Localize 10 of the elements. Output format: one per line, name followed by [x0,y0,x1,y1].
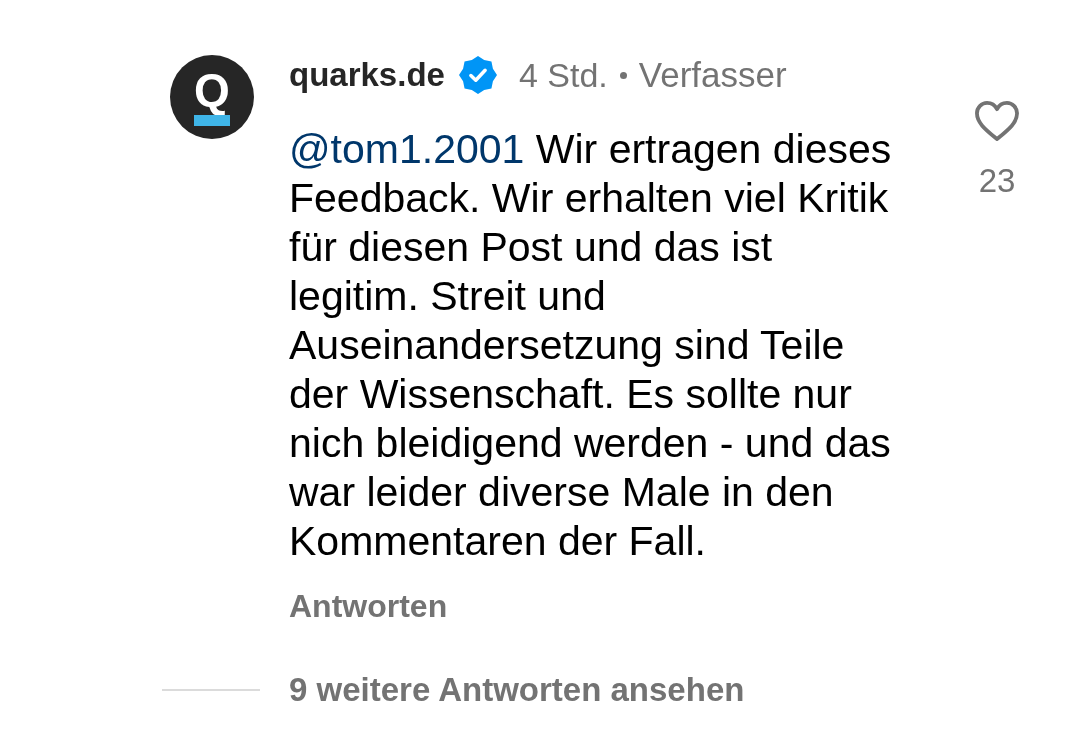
comment-text: @tom1.2001 Wir ertragen dieses Feedback. Wir erhalten viel Kritik für diesen Post und das ist legitim. Streit und Auseinandersetzung sind Teile der Wissenschaft. Es sollte nur nich bleidigend werden - und das war leider diverse Male in den Kommentaren der Fall. [289,125,893,566]
mention-link[interactable]: @tom1.2001 [289,126,525,172]
author-role-text: Verfasser [638,53,787,96]
avatar-logo[interactable]: Q [170,55,254,139]
username-link[interactable]: quarks.de [289,50,445,100]
reply-button[interactable]: Antworten [289,588,448,624]
like-count: 23 [978,162,1016,200]
heart-icon[interactable] [974,100,1020,142]
time-text: 4 Std. [518,54,608,96]
view-replies-button[interactable]: 9 weitere Antworten ansehen [289,672,745,708]
